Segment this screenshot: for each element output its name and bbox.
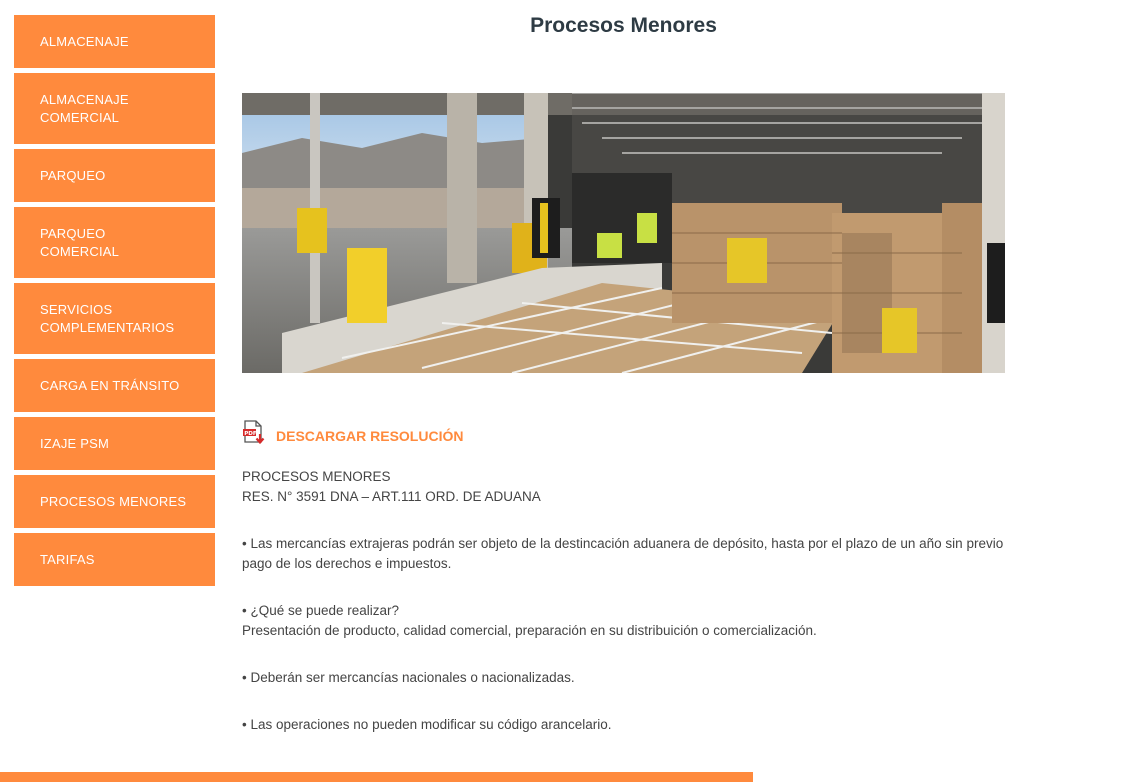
content-resolution-ref: RES. N° 3591 DNA – ART.111 ORD. DE ADUAN… bbox=[242, 489, 541, 504]
content-paragraph-2-title: • ¿Qué se puede realizar? bbox=[242, 603, 400, 618]
pdf-download-icon: PDF bbox=[242, 420, 266, 451]
footer-accent-bar bbox=[0, 772, 753, 782]
content-heading: PROCESOS MENORES bbox=[242, 469, 391, 484]
download-resolution-link[interactable]: PDF DESCARGAR RESOLUCIÓN bbox=[242, 420, 463, 451]
sidebar-item-almacenaje-comercial[interactable]: ALMACENAJE COMERCIAL bbox=[14, 73, 215, 144]
sidebar-item-parqueo[interactable]: PARQUEO bbox=[14, 149, 215, 202]
download-resolution-label[interactable]: DESCARGAR RESOLUCIÓN bbox=[276, 428, 463, 444]
sidebar-item-parqueo-comercial[interactable]: PARQUEO COMERCIAL bbox=[14, 207, 215, 278]
sidebar-item-tarifas[interactable]: TARIFAS bbox=[14, 533, 215, 586]
content-paragraph-2-body: Presentación de producto, calidad comerc… bbox=[242, 623, 817, 638]
warehouse-photo bbox=[242, 93, 1005, 373]
content-paragraph-3: • Deberán ser mercancías nacionales o na… bbox=[242, 670, 575, 685]
sidebar-item-procesos-menores[interactable]: PROCESOS MENORES bbox=[14, 475, 215, 528]
sidebar-item-izaje-psm[interactable]: IZAJE PSM bbox=[14, 417, 215, 470]
sidebar-item-servicios-complementarios[interactable]: SERVICIOS COMPLEMENTARIOS bbox=[14, 283, 215, 354]
sidebar-item-almacenaje[interactable]: ALMACENAJE bbox=[14, 15, 215, 68]
page-title: Procesos Menores bbox=[530, 14, 717, 37]
svg-text:PDF: PDF bbox=[244, 431, 257, 437]
content-paragraph-4: • Las operaciones no pueden modificar su… bbox=[242, 717, 612, 732]
content-paragraph-1: • Las mercancías extrajeras podrán ser o… bbox=[242, 536, 1004, 571]
sidebar-nav: ALMACENAJE ALMACENAJE COMERCIAL PARQUEO … bbox=[14, 15, 215, 591]
sidebar-item-carga-en-transito[interactable]: CARGA EN TRÁNSITO bbox=[14, 359, 215, 412]
content-text: PROCESOS MENORES RES. N° 3591 DNA – ART.… bbox=[242, 467, 1012, 762]
